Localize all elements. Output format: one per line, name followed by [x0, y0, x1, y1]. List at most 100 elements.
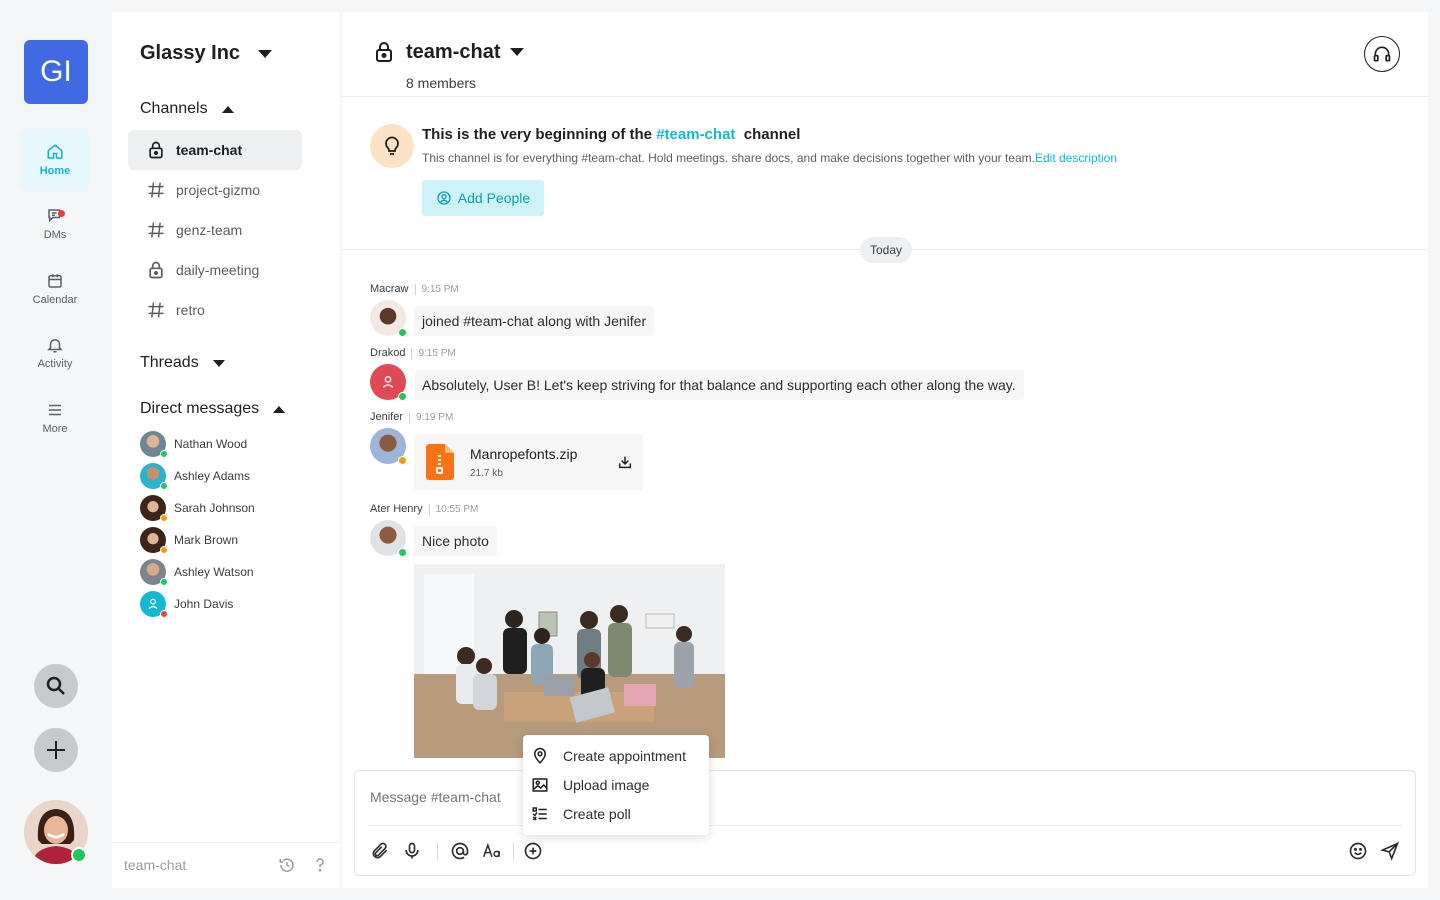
mention-button[interactable]	[449, 840, 471, 862]
channel-label: daily-meeting	[176, 262, 260, 278]
rail-activity[interactable]: Activity	[20, 323, 90, 383]
chevron-down-icon	[510, 48, 525, 56]
attach-menu: Create appointment Upload image Create p…	[523, 735, 709, 835]
message-meta: Jenifer 9:19 PM	[370, 411, 453, 423]
bell-icon	[47, 339, 63, 353]
add-button[interactable]	[34, 728, 78, 772]
dm-name: Ashley Watson	[174, 565, 254, 579]
rail-dms-label: DMs	[43, 229, 67, 241]
huddle-button[interactable]	[1364, 36, 1400, 72]
intro-channel-tag[interactable]: #team-chat	[656, 126, 735, 143]
channel-view: team-chat 8 members This is the very beg…	[342, 12, 1428, 888]
headphones-icon	[1373, 46, 1391, 62]
channel-item-daily-meeting[interactable]: daily-meeting	[128, 250, 302, 290]
avatar[interactable]	[370, 364, 407, 401]
channel-title-button[interactable]: team-chat	[372, 40, 525, 64]
dm-name: Mark Brown	[174, 533, 239, 547]
voice-button[interactable]	[401, 840, 423, 862]
dm-item[interactable]: John Davis	[140, 590, 233, 618]
member-count[interactable]: 8 members	[406, 75, 476, 91]
dms-title: Direct messages	[140, 400, 260, 417]
hash-icon	[148, 302, 164, 318]
app-rail: GI Home DMs Calendar Activity More	[0, 0, 112, 900]
add-people-button[interactable]: Add People	[422, 180, 544, 216]
rail-more-label: More	[42, 423, 68, 435]
dm-name: John Davis	[174, 597, 234, 611]
dm-item[interactable]: Sarah Johnson	[140, 494, 255, 522]
menu-item-label: Create poll	[563, 806, 631, 822]
message-input[interactable]	[370, 789, 1070, 805]
message-time: 9:15 PM	[411, 347, 456, 359]
calendar-icon	[48, 274, 62, 288]
message-time: 9:19 PM	[409, 411, 453, 423]
avatar[interactable]	[370, 428, 407, 465]
channel-item-team-chat[interactable]: team-chat	[128, 130, 302, 170]
person-icon	[148, 598, 158, 610]
emoji-icon	[1349, 842, 1367, 860]
help-icon[interactable]	[311, 856, 329, 874]
dm-item[interactable]: Ashley Adams	[140, 462, 250, 490]
format-button[interactable]	[481, 840, 503, 862]
emoji-button[interactable]	[1347, 840, 1369, 862]
shared-photo[interactable]	[414, 564, 725, 758]
location-pin-icon	[533, 747, 547, 764]
message-text: Nice photo	[414, 526, 497, 556]
dm-item[interactable]: Ashley Watson	[140, 558, 254, 586]
workspace-name: Glassy Inc	[140, 42, 241, 64]
sidebar-footer: team-chat	[112, 842, 340, 888]
more-actions-button[interactable]	[522, 840, 544, 862]
message-text: Absolutely, User B! Let's keep striving …	[414, 370, 1024, 400]
channel-item-project-gizmo[interactable]: project-gizmo	[128, 170, 302, 210]
edit-description-link[interactable]: Edit description	[1035, 151, 1117, 165]
dm-item[interactable]: Nathan Wood	[140, 430, 247, 458]
attach-file-button[interactable]	[369, 840, 391, 862]
dms-header[interactable]: Direct messages	[140, 400, 286, 418]
online-status-badge	[71, 847, 87, 863]
add-people-label: Add People	[457, 190, 531, 206]
message-author[interactable]: Jenifer	[370, 411, 403, 423]
file-attachment[interactable]: Manropefonts.zip 21.7 kb	[414, 434, 643, 490]
microphone-icon	[405, 842, 419, 859]
dm-name: Sarah Johnson	[174, 501, 255, 515]
search-button[interactable]	[34, 664, 78, 708]
avatar	[140, 495, 168, 522]
channel-item-genz-team[interactable]: genz-team	[128, 210, 302, 250]
intro-title-prefix: This is the very beginning of the	[422, 126, 657, 143]
workspace-logo[interactable]: GI	[24, 40, 88, 104]
rail-home[interactable]: Home	[20, 130, 90, 190]
channel-title: team-chat	[406, 40, 501, 63]
toolbar-separator	[437, 842, 438, 860]
download-icon[interactable]	[617, 454, 633, 470]
dm-name: Nathan Wood	[174, 437, 248, 451]
rail-more[interactable]: More	[20, 388, 90, 448]
avatar	[140, 431, 168, 458]
message-composer	[354, 770, 1416, 876]
message-author[interactable]: Ater Henry	[370, 503, 423, 515]
menu-item-upload-image[interactable]: Upload image	[531, 772, 649, 798]
workspace-switcher[interactable]: Glassy Inc	[140, 42, 273, 65]
threads-header[interactable]: Threads	[140, 354, 225, 372]
rail-calendar[interactable]: Calendar	[20, 259, 90, 319]
rail-dms[interactable]: DMs	[20, 194, 90, 254]
file-name: Manropefonts.zip	[470, 446, 578, 462]
chevron-down-icon	[212, 359, 225, 367]
zip-file-icon	[426, 444, 454, 480]
chevron-up-icon	[273, 405, 286, 413]
file-size: 21.7 kb	[470, 468, 503, 479]
history-icon[interactable]	[278, 856, 296, 874]
message-author[interactable]: Macraw	[370, 283, 409, 295]
channel-label: project-gizmo	[176, 182, 261, 198]
dm-item[interactable]: Mark Brown	[140, 526, 238, 554]
current-channel-label: team-chat	[124, 857, 187, 873]
send-button[interactable]	[1379, 840, 1401, 862]
avatar[interactable]	[370, 520, 407, 557]
poll-icon	[532, 807, 547, 821]
avatar[interactable]	[370, 300, 407, 337]
message-author[interactable]: Drakod	[370, 347, 405, 359]
channel-item-retro[interactable]: retro	[128, 290, 302, 330]
rail-home-label: Home	[39, 165, 71, 177]
day-separator: Today	[860, 237, 912, 263]
menu-item-create-poll[interactable]: Create poll	[531, 801, 631, 827]
channels-header[interactable]: Channels	[140, 100, 234, 118]
menu-item-create-appointment[interactable]: Create appointment	[531, 743, 686, 769]
